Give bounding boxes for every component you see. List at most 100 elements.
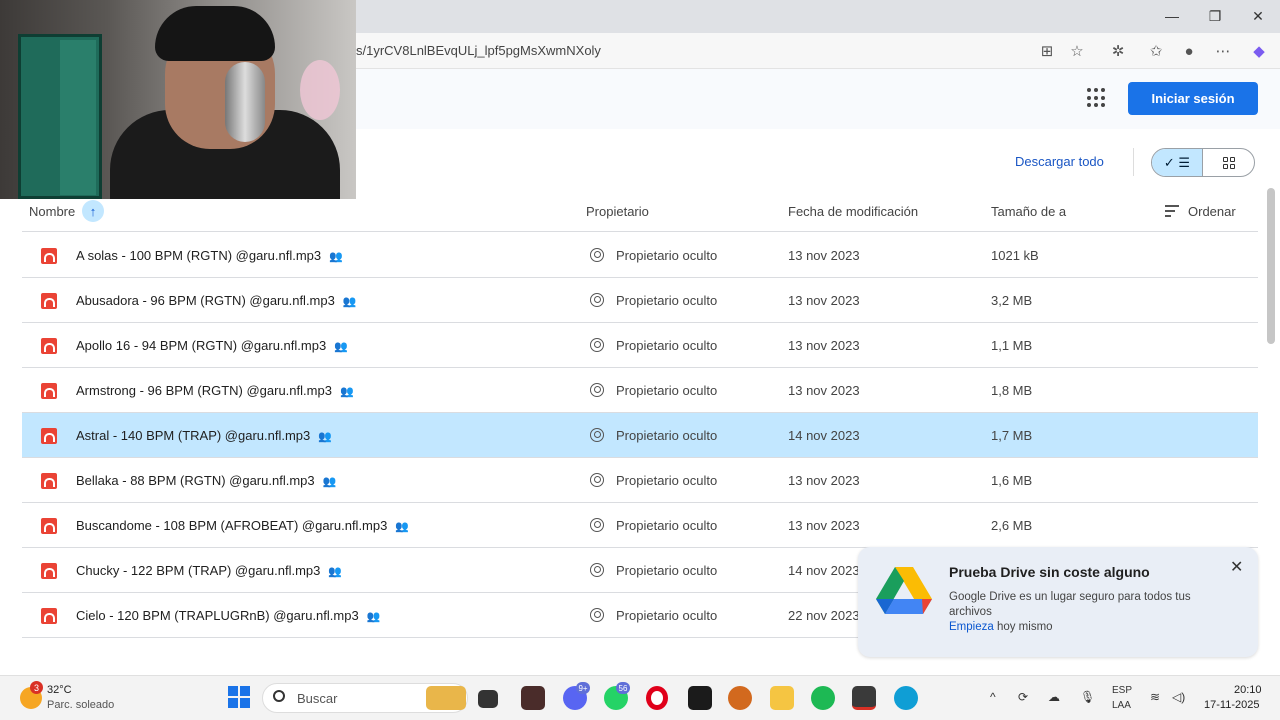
sort-ascending-icon[interactable]: ↑: [82, 200, 104, 222]
volume-icon[interactable]: ◁): [1172, 690, 1185, 704]
file-owner: Propietario oculto: [616, 473, 718, 488]
table-row[interactable]: A solas - 100 BPM (RGTN) @garu.nfl.mp3 👥 P…: [22, 233, 1258, 278]
app-icon-fire[interactable]: [728, 686, 752, 710]
promo-cta-rest: hoy mismo: [993, 621, 1053, 633]
file-owner: Propietario oculto: [616, 248, 718, 263]
download-all-button[interactable]: Descargar todo: [1015, 154, 1104, 169]
file-name[interactable]: Bellaka - 88 BPM (RGTN) @garu.nfl.mp3 👥: [76, 473, 336, 488]
file-name[interactable]: A solas - 100 BPM (RGTN) @garu.nfl.mp3 👥: [76, 248, 343, 263]
sort-options-icon[interactable]: [1165, 205, 1179, 220]
clock-date[interactable]: 17-11-2025: [1204, 699, 1259, 711]
capcut-icon[interactable]: [688, 686, 712, 710]
file-name[interactable]: Chucky - 122 BPM (TRAP) @garu.nfl.mp3 👥: [76, 563, 342, 578]
spotify-icon[interactable]: [811, 686, 835, 710]
promo-start-link[interactable]: Empieza: [949, 621, 994, 633]
scrollbar-thumb[interactable]: [1267, 188, 1275, 344]
restore-button[interactable]: ❐: [1203, 6, 1227, 26]
extensions-icon[interactable]: ✲: [1107, 40, 1129, 62]
favorites-icon[interactable]: ✩: [1145, 40, 1167, 62]
more-menu-icon[interactable]: ⋯: [1212, 40, 1234, 62]
sync-icon[interactable]: ⟳: [1018, 690, 1028, 704]
app-available-icon[interactable]: ⊞: [1036, 40, 1058, 62]
signin-button[interactable]: Iniciar sesión: [1128, 82, 1258, 115]
file-size: 2,6 MB: [991, 518, 1033, 533]
file-explorer-icon[interactable]: [770, 686, 794, 710]
file-name[interactable]: Abusadora - 96 BPM (RGTN) @garu.nfl.mp3 👥: [76, 293, 357, 308]
chevron-up-icon[interactable]: ^: [990, 690, 996, 704]
profile-avatar-icon[interactable]: ●: [1178, 40, 1200, 62]
shared-icon: 👥: [366, 611, 381, 623]
file-name[interactable]: Astral - 140 BPM (TRAP) @garu.nfl.mp3 👥: [76, 428, 332, 443]
owner-avatar-icon: [590, 248, 604, 262]
file-modified-date: 13 nov 2023: [788, 473, 860, 488]
webcam-overlay: [0, 0, 356, 199]
file-modified-date: 14 nov 2023: [788, 563, 860, 578]
file-modified-date: 14 nov 2023: [788, 428, 860, 443]
audio-file-icon: [41, 293, 57, 309]
file-size: 1021 kB: [991, 248, 1039, 263]
file-modified-date: 13 nov 2023: [788, 338, 860, 353]
file-modified-date: 13 nov 2023: [788, 248, 860, 263]
url-text[interactable]: s/1yrCV8LnlBEvqULj_lpf5pgMsXwmNXoly: [356, 43, 601, 58]
search-highlight-icon: [426, 686, 466, 710]
file-name[interactable]: Apollo 16 - 94 BPM (RGTN) @garu.nfl.mp3 👥: [76, 338, 348, 353]
sort-button[interactable]: Ordenar: [1188, 204, 1236, 219]
task-view-icon[interactable]: [478, 690, 498, 708]
opera-icon[interactable]: [646, 686, 668, 710]
shared-icon: 👥: [334, 341, 348, 353]
owner-avatar-icon: [590, 473, 604, 487]
copilot-icon[interactable]: ◆: [1248, 40, 1270, 62]
grid-view-button[interactable]: [1203, 149, 1254, 176]
view-toggle[interactable]: ✓ ☰: [1151, 148, 1255, 177]
close-window-button[interactable]: ✕: [1246, 6, 1270, 26]
audio-file-icon: [41, 383, 57, 399]
weather-temperature[interactable]: 32°C: [47, 684, 72, 696]
audio-file-icon: [41, 518, 57, 534]
file-name[interactable]: Armstrong - 96 BPM (RGTN) @garu.nfl.mp3 👥: [76, 383, 354, 398]
table-row[interactable]: Armstrong - 96 BPM (RGTN) @garu.nfl.mp3 👥…: [22, 368, 1258, 413]
favorite-star-icon[interactable]: ☆: [1066, 40, 1088, 62]
app-icon-game[interactable]: [521, 686, 545, 710]
windows-start-icon[interactable]: [228, 686, 250, 708]
grid-icon: [1222, 156, 1235, 169]
column-owner[interactable]: Propietario: [586, 204, 649, 219]
shared-icon: 👥: [342, 296, 357, 308]
table-row[interactable]: Abusadora - 96 BPM (RGTN) @garu.nfl.mp3 👥…: [22, 278, 1258, 323]
obs-icon[interactable]: [852, 686, 876, 710]
owner-avatar-icon: [590, 563, 604, 577]
keyboard-layout[interactable]: LAA: [1112, 700, 1131, 711]
file-size: 1,7 MB: [991, 428, 1033, 443]
minimize-button[interactable]: —: [1160, 6, 1184, 26]
shared-icon: 👥: [339, 386, 354, 398]
file-name[interactable]: Buscandome - 108 BPM (AFROBEAT) @garu.nf…: [76, 518, 409, 533]
list-view-button[interactable]: ✓ ☰: [1152, 149, 1204, 176]
owner-avatar-icon: [590, 428, 604, 442]
table-row[interactable]: Astral - 140 BPM (TRAP) @garu.nfl.mp3 👥 Pr…: [22, 413, 1258, 458]
owner-avatar-icon: [590, 293, 604, 307]
cloud-icon[interactable]: ☁: [1048, 690, 1060, 704]
file-owner: Propietario oculto: [616, 518, 718, 533]
file-name[interactable]: Cielo - 120 BPM (TRAPLUGRnB) @garu.nfl.m…: [76, 608, 380, 623]
close-icon[interactable]: ✕: [1230, 557, 1243, 577]
column-size[interactable]: Tamaño de a: [991, 204, 1066, 219]
audio-file-icon: [41, 338, 57, 354]
owner-avatar-icon: [590, 338, 604, 352]
edge-icon[interactable]: [894, 686, 918, 710]
file-owner: Propietario oculto: [616, 608, 718, 623]
table-row[interactable]: Buscandome - 108 BPM (AFROBEAT) @garu.nf…: [22, 503, 1258, 548]
google-apps-icon[interactable]: [1087, 88, 1107, 108]
language-indicator[interactable]: ESP: [1112, 685, 1132, 696]
column-name[interactable]: Nombre: [29, 204, 75, 219]
table-header: Nombre ↑ Propietario Fecha de modificaci…: [22, 195, 1258, 232]
wifi-icon[interactable]: ≋: [1150, 690, 1160, 704]
shared-icon: 👥: [395, 521, 410, 533]
clock-time[interactable]: 20:10: [1234, 684, 1262, 696]
google-drive-logo-icon: [876, 567, 932, 614]
table-row[interactable]: Apollo 16 - 94 BPM (RGTN) @garu.nfl.mp3 👥…: [22, 323, 1258, 368]
weather-description[interactable]: Parc. soleado: [47, 699, 114, 711]
microphone-icon[interactable]: 🎙: [1080, 690, 1095, 704]
audio-file-icon: [41, 428, 57, 444]
audio-file-icon: [41, 608, 57, 624]
table-row[interactable]: Bellaka - 88 BPM (RGTN) @garu.nfl.mp3 👥 Pr…: [22, 458, 1258, 503]
column-modified[interactable]: Fecha de modificación: [788, 204, 918, 219]
